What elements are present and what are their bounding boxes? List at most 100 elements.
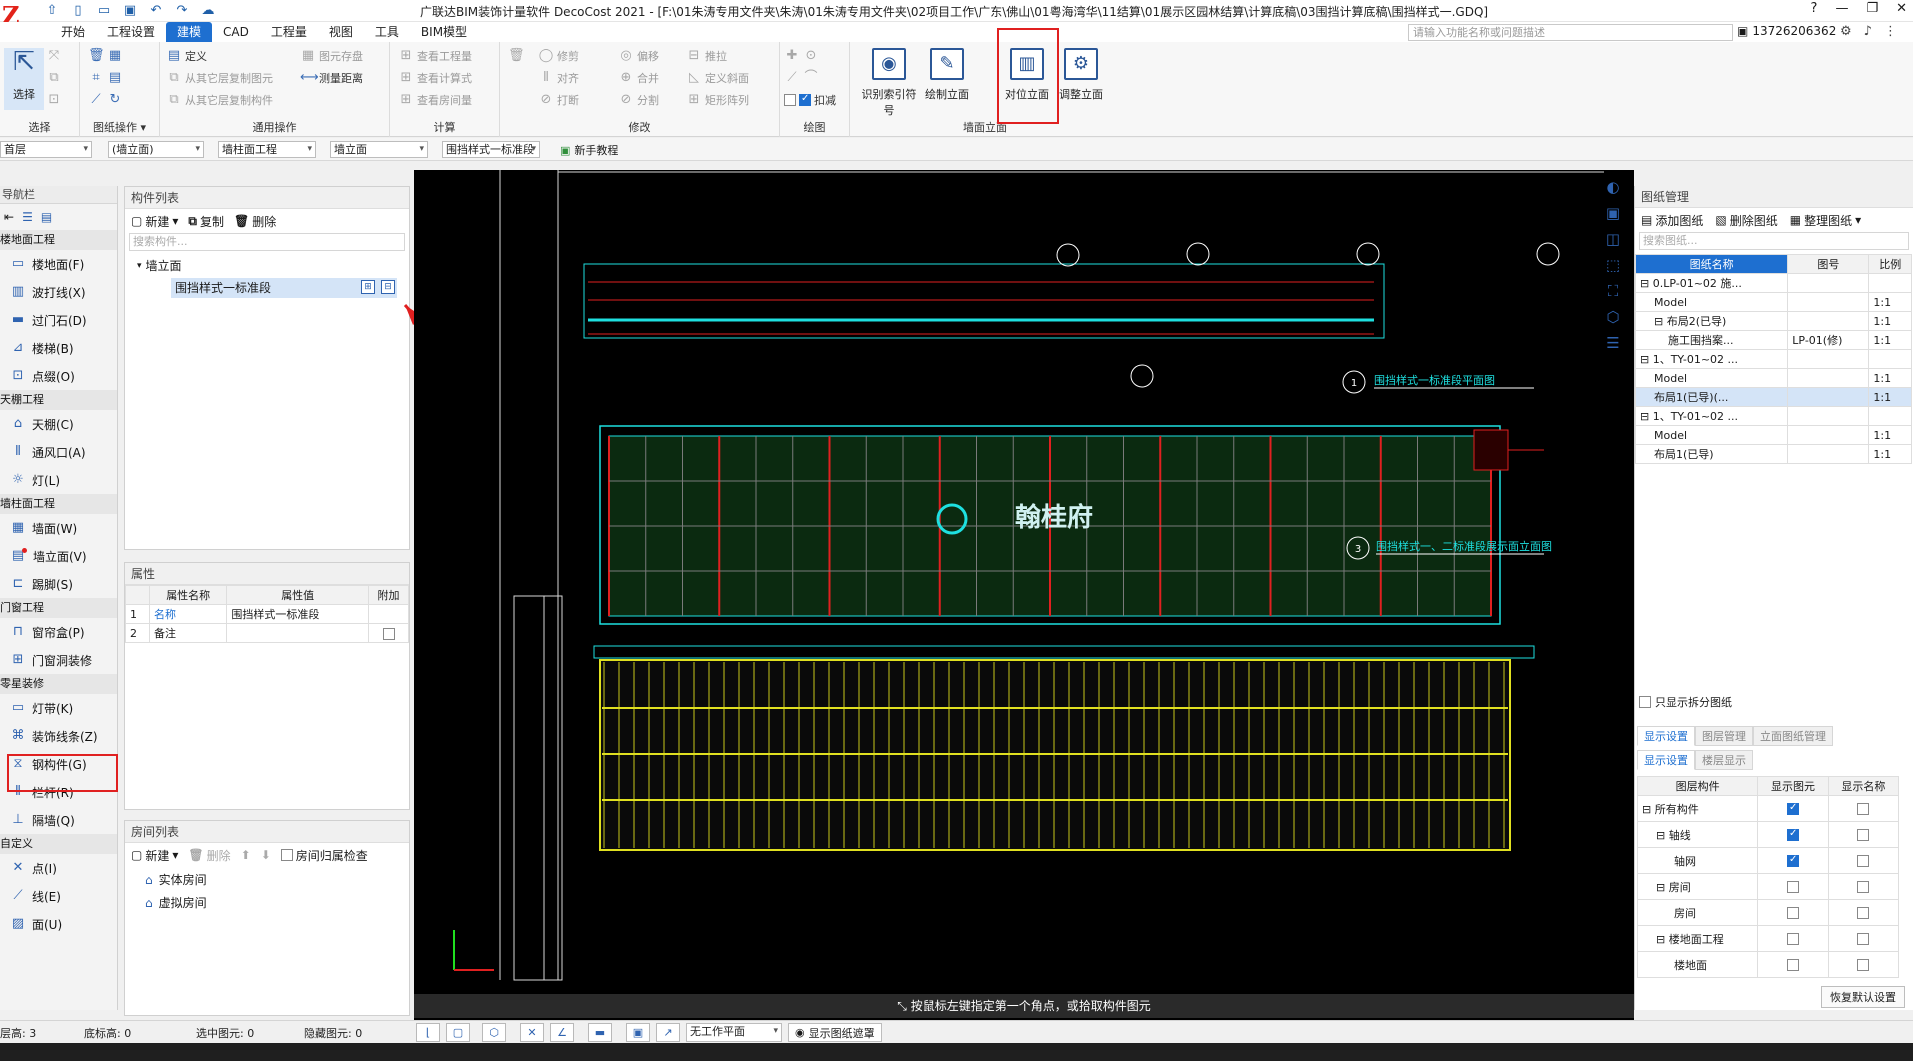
polar-icon[interactable]: ↗ — [656, 1023, 680, 1042]
ortho-icon[interactable]: ⌊ — [416, 1023, 440, 1042]
save-icon[interactable]: ▣ — [122, 3, 138, 19]
table-row[interactable]: ⊟ 轴线 — [1636, 821, 1900, 848]
nav-category[interactable]: 门窗工程 — [0, 598, 117, 618]
deduct-checkbox-empty[interactable] — [784, 94, 796, 106]
sidebar-item[interactable]: ▥ 波打线(X) — [0, 278, 117, 306]
move-up-icon[interactable]: ⬆ — [241, 848, 251, 862]
user-account[interactable]: ▣ 13726206362 — [1737, 24, 1836, 38]
table-row[interactable]: ⊟ 1、TY-01~02 ... — [1634, 406, 1912, 426]
copy-component-button[interactable]: ⧉ 从其它层复制构件 — [166, 90, 273, 110]
identify-index-button[interactable]: ◉ 识别索引符号 — [860, 48, 918, 117]
table-row[interactable]: 房间 — [1636, 899, 1900, 926]
sidebar-item[interactable]: ▨ 面(U) — [0, 910, 117, 938]
table-row[interactable]: ⊟ 1、TY-01~02 ... — [1634, 349, 1912, 369]
measure-distance-button[interactable]: ⟷ 测量距离 — [300, 68, 363, 88]
view-iso-icon[interactable]: ⬚ — [1600, 256, 1626, 282]
notification-icon[interactable]: ♪ — [1864, 24, 1872, 39]
angle-icon[interactable]: ∠ — [550, 1023, 574, 1042]
tab-layer-management[interactable]: 图层管理 — [1695, 726, 1753, 746]
copy-component-button[interactable]: ⧉ 复制 — [188, 213, 224, 230]
table-row[interactable]: Model 1:1 — [1634, 425, 1912, 445]
trash-icon[interactable]: 🗑 — [508, 48, 525, 64]
show-element-checkbox[interactable] — [1787, 828, 1800, 841]
circle-icon[interactable]: ⊙ — [803, 48, 819, 64]
tab-quantities[interactable]: 工程量 — [260, 22, 318, 42]
detail-view-icon[interactable]: ▤ — [41, 210, 52, 224]
tab-elevation-drawings[interactable]: 立面图纸管理 — [1753, 726, 1833, 746]
new-file-icon[interactable]: ▯ — [70, 3, 86, 19]
show-name-checkbox[interactable] — [1857, 907, 1870, 919]
nav-category[interactable]: 楼地面工程 — [0, 230, 117, 250]
deduct-toggle[interactable]: 扣减 — [784, 90, 836, 110]
delete-drawing-button[interactable]: ▧ 删除图纸 — [1715, 212, 1777, 229]
sidebar-item[interactable]: ⊡ 点缀(O) — [0, 362, 117, 390]
tab-view[interactable]: 视图 — [318, 22, 364, 42]
table-row[interactable]: ⊟ 布局2(已导) 1:1 — [1634, 311, 1912, 331]
sidebar-item[interactable]: ⊿ 楼梯(B) — [0, 334, 117, 362]
tutorial-button[interactable]: ▣ 新手教程 — [560, 142, 618, 158]
close-icon[interactable]: ✕ — [1896, 1, 1907, 16]
view-formula-button[interactable]: ⊞ 查看计算式 — [398, 68, 472, 88]
move-down-icon[interactable]: ⬇ — [261, 848, 271, 862]
show-element-checkbox[interactable] — [1787, 881, 1800, 893]
extra-checkbox[interactable] — [382, 627, 395, 640]
tree-toggle-icon[interactable]: ⊟ — [1656, 933, 1669, 946]
tab-floor-display[interactable]: 楼层显示 — [1695, 750, 1753, 770]
upload-icon[interactable]: ⇧ — [44, 3, 60, 19]
tab-modeling[interactable]: 建模 — [166, 22, 213, 42]
show-element-checkbox[interactable] — [1787, 854, 1800, 867]
line-width-icon[interactable]: ▬ — [588, 1023, 612, 1042]
list-icon[interactable]: ☰ — [1600, 334, 1626, 360]
cross-icon[interactable]: ✕ — [520, 1023, 544, 1042]
show-name-checkbox[interactable] — [1857, 829, 1870, 841]
help-icon[interactable]: ? — [1811, 1, 1818, 16]
rotate-icon[interactable]: ↻ — [107, 92, 123, 108]
show-element-checkbox[interactable] — [1787, 959, 1800, 971]
table-row[interactable]: 2 备注 — [125, 623, 409, 643]
copy-from-layer-button[interactable]: ⧉ 从其它层复制图元 — [166, 68, 273, 88]
tab-bim-model[interactable]: BIM模型 — [410, 22, 478, 42]
draw-elevation-button[interactable]: ✎ 绘制立面 — [922, 48, 972, 110]
table-row[interactable]: ⊟ 房间 — [1636, 873, 1900, 900]
tab-project-settings[interactable]: 工程设置 — [96, 22, 166, 42]
view-3d-icon[interactable]: ▣ — [1600, 204, 1626, 230]
line-icon[interactable]: ⟋ — [88, 92, 104, 108]
show-element-checkbox[interactable] — [1787, 907, 1800, 919]
rect-array-button[interactable]: ⊞ 矩形阵列 — [686, 90, 749, 110]
undo-icon[interactable]: ↶ — [148, 3, 164, 19]
only-split-checkbox[interactable] — [1639, 696, 1651, 708]
collapse-icon[interactable]: ⇤ — [4, 210, 14, 224]
open-folder-icon[interactable]: ▭ — [96, 3, 112, 19]
drawing-canvas[interactable]: 1 围挡样式一标准段平面图 翰桂府 3 围挡样式一、二标准段展示面立面图 — [414, 170, 1634, 1020]
grid-icon[interactable]: ▦ — [107, 48, 123, 64]
tab-start[interactable]: 开始 — [50, 22, 96, 42]
delete-component-button[interactable]: 🗑 删除 — [234, 213, 276, 230]
list-item[interactable]: ⌂ 实体房间 — [125, 867, 409, 888]
show-name-checkbox[interactable] — [1857, 881, 1870, 893]
sidebar-item[interactable]: ⊏ 踢脚(S) — [0, 570, 117, 598]
sidebar-item[interactable]: ⊞ 门窗洞装修 — [0, 646, 117, 674]
view-top-icon[interactable]: ◫ — [1600, 230, 1626, 256]
sidebar-item[interactable]: ▭ 灯带(K) — [0, 694, 117, 722]
merge-button[interactable]: ⊕ 合并 — [618, 68, 659, 88]
show-name-checkbox[interactable] — [1857, 933, 1870, 945]
show-element-checkbox[interactable] — [1787, 933, 1800, 945]
settings-icon[interactable]: ⚙ — [1840, 24, 1852, 39]
define-button[interactable]: ▤ 定义 — [166, 46, 207, 66]
snap-icon[interactable]: ▢ — [446, 1023, 470, 1042]
tree-toggle-icon[interactable]: ⊟ — [1642, 803, 1655, 816]
restore-icon[interactable]: ❐ — [1866, 1, 1878, 16]
tab-tools[interactable]: 工具 — [364, 22, 410, 42]
split-button[interactable]: ⊘ 分割 — [618, 90, 659, 110]
table-row[interactable]: Model 1:1 — [1634, 292, 1912, 312]
trim-button[interactable]: ◯ 修剪 — [538, 46, 579, 66]
table-row[interactable]: ⊟ 楼地面工程 — [1636, 925, 1900, 952]
table-row[interactable]: ⊟ 所有构件 — [1636, 795, 1900, 822]
sidebar-item[interactable]: ✕ 点(I) — [0, 854, 117, 882]
cad-drawing[interactable]: 1 围挡样式一标准段平面图 翰桂府 3 围挡样式一、二标准段展示面立面图 — [414, 170, 1634, 1020]
tree-toggle-icon[interactable]: ⊟ — [1656, 829, 1669, 842]
pick-icon[interactable]: ⤧ — [46, 48, 62, 64]
define-slope-button[interactable]: ◺ 定义斜面 — [686, 68, 749, 88]
tree-toggle-icon[interactable]: ⊟ — [1640, 277, 1653, 290]
view-room-qty-button[interactable]: ⊞ 查看房间量 — [398, 90, 472, 110]
